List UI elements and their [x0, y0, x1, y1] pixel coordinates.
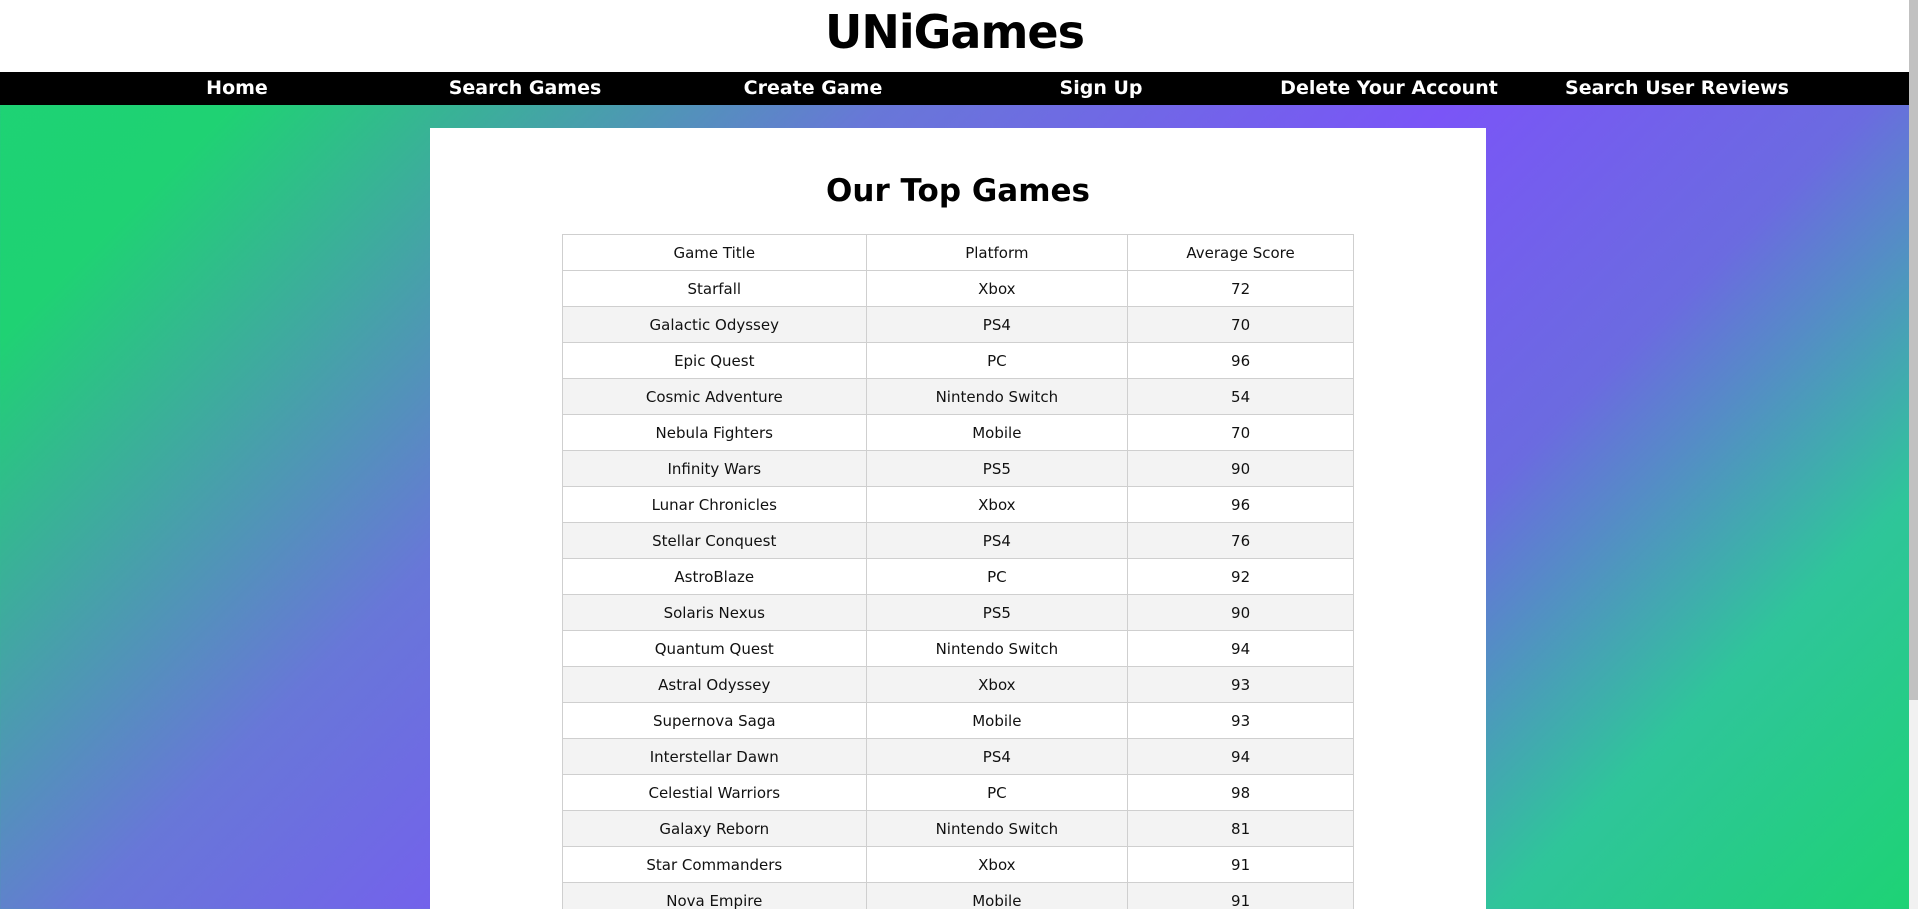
table-body: Starfall Xbox 72 Galactic Odyssey PS4 70 Epic …	[562, 270, 1354, 909]
column-header-game-title: Game Title	[562, 234, 867, 271]
cell-platform: PS4	[865, 738, 1129, 775]
cell-game-title: Astral Odyssey	[562, 666, 867, 703]
table-row: Galactic Odyssey PS4 70	[562, 306, 1354, 343]
cell-platform: Mobile	[865, 702, 1129, 739]
cell-game-title: Galaxy Reborn	[562, 810, 867, 847]
cell-platform: Xbox	[865, 846, 1129, 883]
table-row: Lunar Chronicles Xbox 96	[562, 486, 1354, 523]
table-row: Epic Quest PC 96	[562, 342, 1354, 379]
table-row: Nova Empire Mobile 91	[562, 882, 1354, 909]
table-row: Nebula Fighters Mobile 70	[562, 414, 1354, 451]
page-title: Our Top Games	[826, 173, 1090, 209]
cell-game-title: Stellar Conquest	[562, 522, 867, 559]
cell-game-title: Nova Empire	[562, 882, 867, 909]
table-row: Quantum Quest Nintendo Switch 94	[562, 630, 1354, 667]
nav-link-search-games[interactable]: Search Games	[449, 72, 602, 105]
cell-platform: Xbox	[865, 666, 1129, 703]
cell-game-title: Star Commanders	[562, 846, 867, 883]
page-scrollbar-thumb[interactable]	[1909, 0, 1918, 700]
cell-game-title: Epic Quest	[562, 342, 867, 379]
cell-average-score: 96	[1127, 342, 1354, 379]
cell-game-title: Celestial Warriors	[562, 774, 867, 811]
table-row: Astral Odyssey Xbox 93	[562, 666, 1354, 703]
nav-link-search-user-reviews[interactable]: Search User Reviews	[1565, 72, 1789, 105]
site-header: UNiGames	[0, 0, 1909, 72]
table-row: Galaxy Reborn Nintendo Switch 81	[562, 810, 1354, 847]
cell-average-score: 94	[1127, 738, 1354, 775]
nav-link-create-game[interactable]: Create Game	[744, 72, 883, 105]
site-title: UNiGames	[825, 5, 1085, 59]
cell-platform: PS5	[865, 450, 1129, 487]
column-header-average-score: Average Score	[1127, 234, 1354, 271]
cell-game-title: Cosmic Adventure	[562, 378, 867, 415]
cell-average-score: 81	[1127, 810, 1354, 847]
column-header-platform: Platform	[865, 234, 1129, 271]
cell-average-score: 91	[1127, 846, 1354, 883]
cell-game-title: Lunar Chronicles	[562, 486, 867, 523]
table-row: Infinity Wars PS5 90	[562, 450, 1354, 487]
cell-average-score: 70	[1127, 414, 1354, 451]
cell-average-score: 72	[1127, 270, 1354, 307]
cell-average-score: 96	[1127, 486, 1354, 523]
cell-platform: PS5	[865, 594, 1129, 631]
top-games-table: Game Title Platform Average Score Starfa…	[562, 234, 1354, 909]
table-row: Cosmic Adventure Nintendo Switch 54	[562, 378, 1354, 415]
cell-platform: Xbox	[865, 270, 1129, 307]
table-row: Star Commanders Xbox 91	[562, 846, 1354, 883]
table-row: Solaris Nexus PS5 90	[562, 594, 1354, 631]
table-row: Supernova Saga Mobile 93	[562, 702, 1354, 739]
content-card: Our Top Games Game Title Platform Averag…	[430, 128, 1486, 909]
cell-average-score: 91	[1127, 882, 1354, 909]
cell-average-score: 92	[1127, 558, 1354, 595]
table-row: Interstellar Dawn PS4 94	[562, 738, 1354, 775]
cell-platform: PS4	[865, 306, 1129, 343]
table-row: AstroBlaze PC 92	[562, 558, 1354, 595]
cell-platform: PC	[865, 558, 1129, 595]
cell-platform: PS4	[865, 522, 1129, 559]
table-row: Celestial Warriors PC 98	[562, 774, 1354, 811]
cell-platform: Xbox	[865, 486, 1129, 523]
cell-game-title: Infinity Wars	[562, 450, 867, 487]
nav-link-delete-account[interactable]: Delete Your Account	[1280, 72, 1498, 105]
cell-average-score: 94	[1127, 630, 1354, 667]
cell-game-title: Solaris Nexus	[562, 594, 867, 631]
cell-platform: PC	[865, 774, 1129, 811]
cell-game-title: Interstellar Dawn	[562, 738, 867, 775]
cell-game-title: Nebula Fighters	[562, 414, 867, 451]
table-row: Stellar Conquest PS4 76	[562, 522, 1354, 559]
cell-average-score: 54	[1127, 378, 1354, 415]
cell-platform: Nintendo Switch	[865, 378, 1129, 415]
nav-link-home[interactable]: Home	[206, 72, 268, 105]
cell-platform: Mobile	[865, 882, 1129, 909]
cell-game-title: Starfall	[562, 270, 867, 307]
cell-platform: PC	[865, 342, 1129, 379]
cell-average-score: 93	[1127, 666, 1354, 703]
cell-average-score: 76	[1127, 522, 1354, 559]
table-row: Starfall Xbox 72	[562, 270, 1354, 307]
cell-average-score: 70	[1127, 306, 1354, 343]
cell-platform: Nintendo Switch	[865, 630, 1129, 667]
cell-average-score: 90	[1127, 594, 1354, 631]
nav-link-sign-up[interactable]: Sign Up	[1060, 72, 1143, 105]
cell-game-title: Quantum Quest	[562, 630, 867, 667]
cell-platform: Mobile	[865, 414, 1129, 451]
cell-game-title: Galactic Odyssey	[562, 306, 867, 343]
cell-average-score: 90	[1127, 450, 1354, 487]
cell-platform: Nintendo Switch	[865, 810, 1129, 847]
cell-average-score: 93	[1127, 702, 1354, 739]
cell-game-title: AstroBlaze	[562, 558, 867, 595]
cell-average-score: 98	[1127, 774, 1354, 811]
table-header-row: Game Title Platform Average Score	[562, 234, 1354, 271]
cell-game-title: Supernova Saga	[562, 702, 867, 739]
main-navbar: Home Search Games Create Game Sign Up De…	[0, 72, 1909, 105]
